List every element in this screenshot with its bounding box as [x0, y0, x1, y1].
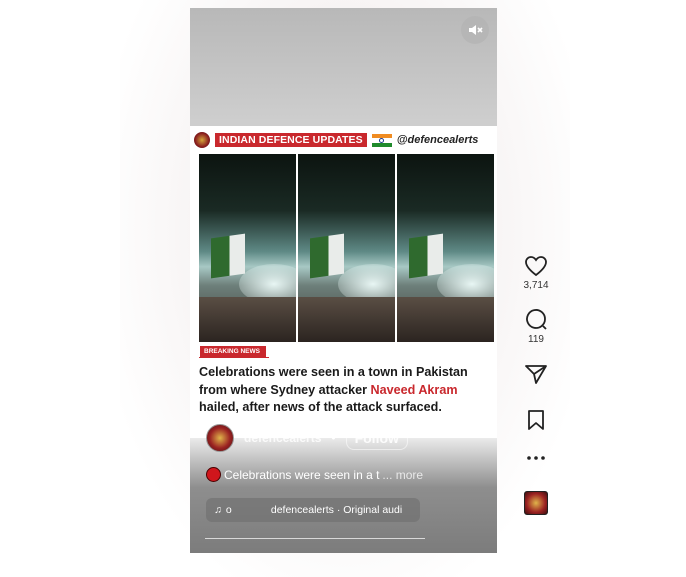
- author-username[interactable]: defencealerts: [244, 431, 321, 445]
- separator-dot: •: [331, 431, 336, 445]
- comment-count: 119: [528, 334, 544, 345]
- save-action[interactable]: [526, 409, 546, 431]
- audio-thumbnail-icon[interactable]: [524, 491, 548, 515]
- breaking-news-tag: BREAKING NEWS: [200, 346, 266, 357]
- more-options[interactable]: [526, 455, 546, 461]
- caption-highlight: Naveed Akram: [370, 382, 458, 397]
- india-flag-icon: [371, 133, 392, 147]
- like-action[interactable]: 3,714: [523, 255, 549, 291]
- audio-count: o: [225, 504, 232, 516]
- more-link[interactable]: ... more: [382, 468, 423, 482]
- muted-speaker-icon: [469, 25, 483, 35]
- like-count: 3,714: [523, 280, 549, 291]
- photo-collage: [199, 154, 494, 342]
- heart-icon[interactable]: [524, 255, 548, 277]
- avatar[interactable]: [206, 424, 234, 452]
- audio-thumbnail[interactable]: [524, 491, 548, 515]
- music-note-icon: ♫: [214, 504, 222, 516]
- photo-panel: [199, 154, 296, 342]
- more-icon[interactable]: [526, 455, 546, 461]
- description-row[interactable]: Celebrations were seen in a t ... more: [206, 467, 423, 482]
- bookmark-icon[interactable]: [526, 409, 546, 431]
- photo-panel: [397, 154, 494, 342]
- author-row: defencealerts • Follow: [206, 424, 408, 452]
- card-header: INDIAN DEFENCE UPDATES @defencealerts: [194, 132, 478, 148]
- card-caption: Celebrations were seen in a town in Paki…: [199, 364, 491, 417]
- mute-button[interactable]: [461, 16, 489, 44]
- action-bar: 3,714 119: [519, 255, 553, 515]
- share-action[interactable]: [524, 363, 548, 385]
- header-banner: INDIAN DEFENCE UPDATES: [215, 133, 367, 147]
- red-circle-icon: [206, 467, 221, 482]
- audio-label: defencealerts · Original audi: [270, 504, 403, 516]
- comment-action[interactable]: 119: [524, 307, 548, 345]
- video-top-area: [190, 8, 497, 128]
- tag-underline: [199, 357, 269, 358]
- comment-icon[interactable]: [524, 307, 548, 331]
- follow-button[interactable]: Follow: [345, 426, 408, 450]
- description-text: Celebrations were seen in a t: [224, 467, 380, 482]
- progress-bar[interactable]: [205, 538, 425, 539]
- photo-panel: [298, 154, 395, 342]
- share-icon[interactable]: [524, 363, 548, 385]
- audio-pill[interactable]: ♫ o defencealerts · Original audi: [206, 498, 420, 522]
- caption-text-end: hailed, after news of the attack surface…: [199, 400, 442, 414]
- channel-logo-icon: [194, 132, 210, 148]
- header-handle: @defencealerts: [396, 134, 479, 146]
- news-card: INDIAN DEFENCE UPDATES @defencealerts BR…: [190, 126, 497, 438]
